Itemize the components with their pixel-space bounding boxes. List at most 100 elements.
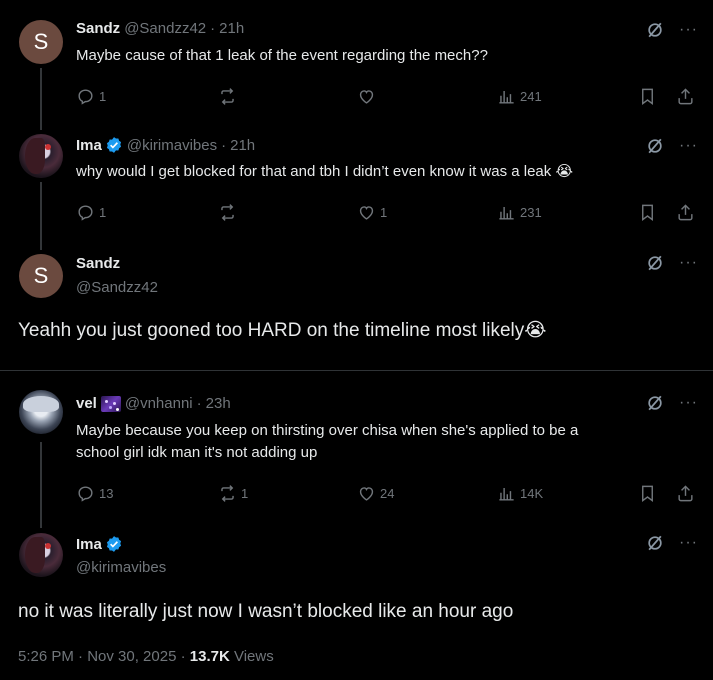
bookmark-icon (638, 203, 657, 222)
repost-button[interactable] (218, 86, 241, 106)
repost-count: 1 (241, 485, 249, 501)
thread-line (40, 182, 42, 250)
post-text: why would I get blocked for that and tbh… (76, 163, 573, 180)
bookmark-button[interactable] (638, 483, 657, 503)
like-count: 24 (380, 485, 395, 501)
views-button[interactable]: 241 (497, 86, 542, 106)
reply-icon (76, 203, 95, 222)
post-time[interactable]: 21h (230, 137, 255, 154)
grok-icon[interactable] (645, 533, 665, 553)
post-timestamp[interactable]: 5:26 PM · Nov 30, 2025 · (18, 648, 190, 665)
author-name[interactable]: Ima (76, 137, 102, 154)
views-icon (497, 87, 516, 106)
more-icon[interactable]: ··· (679, 394, 698, 412)
views-button[interactable]: 14K (497, 483, 543, 503)
reply-icon (76, 484, 95, 503)
thread-line (40, 68, 42, 130)
post-top-actions: ··· (645, 20, 698, 40)
heart-icon (357, 87, 376, 106)
avatar[interactable]: S (19, 20, 63, 64)
galaxy-emoji-icon (100, 395, 121, 412)
repost-icon (218, 484, 237, 503)
grok-icon[interactable] (645, 393, 665, 413)
action-bar: 1 1 231 (76, 202, 696, 222)
post-text-line: school girl idk man it's not adding up (76, 444, 318, 461)
grok-icon[interactable] (645, 20, 665, 40)
repost-icon (218, 203, 237, 222)
thread-line (40, 442, 42, 528)
share-icon (676, 484, 695, 503)
post-text: Yeahh you just gooned too HARD on the ti… (18, 320, 547, 341)
post-header: Sandz (76, 255, 120, 272)
post-top-actions: ··· (645, 136, 698, 156)
bookmark-icon (638, 87, 657, 106)
views-label: Views (229, 648, 274, 665)
grok-icon[interactable] (645, 136, 665, 156)
share-icon (676, 203, 695, 222)
like-button[interactable]: 24 (357, 483, 394, 503)
separator: · (221, 136, 227, 154)
verified-badge-icon[interactable] (105, 136, 123, 154)
author-handle[interactable]: @vnhanni (125, 395, 193, 412)
views-count: 13.7K (189, 648, 230, 665)
post-time[interactable]: 21h (219, 20, 244, 37)
more-icon[interactable]: ··· (679, 534, 698, 552)
post-top-actions: ··· (645, 393, 698, 413)
post-top-actions: ··· (645, 533, 698, 553)
like-button[interactable] (357, 86, 380, 106)
view-count: 241 (520, 88, 542, 104)
more-icon[interactable]: ··· (679, 21, 698, 39)
bookmark-button[interactable] (638, 202, 657, 222)
heart-icon (357, 484, 376, 503)
author-handle[interactable]: @Sandzz42 (124, 20, 206, 37)
avatar[interactable]: S (19, 254, 63, 298)
post-handle-row: @Sandzz42 (76, 279, 158, 296)
share-button[interactable] (676, 202, 695, 222)
reply-button[interactable]: 13 (76, 483, 113, 503)
author-name[interactable]: vel (76, 395, 97, 412)
avatar-hair (25, 537, 45, 573)
share-button[interactable] (676, 86, 695, 106)
divider (0, 370, 713, 371)
grok-icon[interactable] (645, 253, 665, 273)
like-count: 1 (380, 204, 388, 220)
separator: · (210, 20, 216, 37)
author-name[interactable]: Sandz (76, 20, 120, 37)
views-icon (497, 203, 516, 222)
action-bar: 1 241 (76, 86, 696, 106)
post-header: Ima @kirimavibes · 21h (76, 136, 255, 154)
reply-count: 1 (99, 204, 107, 220)
author-handle[interactable]: @kirimavibes (127, 137, 217, 154)
view-count: 231 (520, 204, 542, 220)
heart-icon (357, 203, 376, 222)
bookmark-icon (638, 484, 657, 503)
views-button[interactable]: 231 (497, 202, 542, 222)
bookmark-button[interactable] (638, 86, 657, 106)
avatar[interactable] (19, 533, 63, 577)
more-icon[interactable]: ··· (679, 137, 698, 155)
author-name[interactable]: Sandz (76, 255, 120, 272)
avatar[interactable] (19, 134, 63, 178)
avatar-accent (45, 144, 51, 150)
author-handle[interactable]: @Sandzz42 (76, 279, 158, 296)
reply-count: 13 (99, 485, 114, 501)
more-icon[interactable]: ··· (679, 254, 698, 272)
post-top-actions: ··· (645, 253, 698, 273)
separator: · (196, 395, 202, 412)
share-icon (676, 87, 695, 106)
share-button[interactable] (676, 483, 695, 503)
avatar[interactable] (19, 390, 63, 434)
verified-badge-icon[interactable] (105, 535, 123, 553)
repost-button[interactable] (218, 202, 241, 222)
like-button[interactable]: 1 (357, 202, 387, 222)
post-header: Sandz @Sandzz42 · 21h (76, 20, 244, 37)
author-handle[interactable]: @kirimavibes (76, 559, 166, 576)
reply-button[interactable]: 1 (76, 86, 106, 106)
action-bar: 13 1 24 14K (76, 483, 696, 503)
repost-button[interactable]: 1 (218, 483, 248, 503)
post-time[interactable]: 23h (206, 395, 231, 412)
avatar-accent (45, 543, 51, 549)
post-header: Ima (76, 535, 123, 553)
author-name[interactable]: Ima (76, 536, 102, 553)
reply-button[interactable]: 1 (76, 202, 106, 222)
